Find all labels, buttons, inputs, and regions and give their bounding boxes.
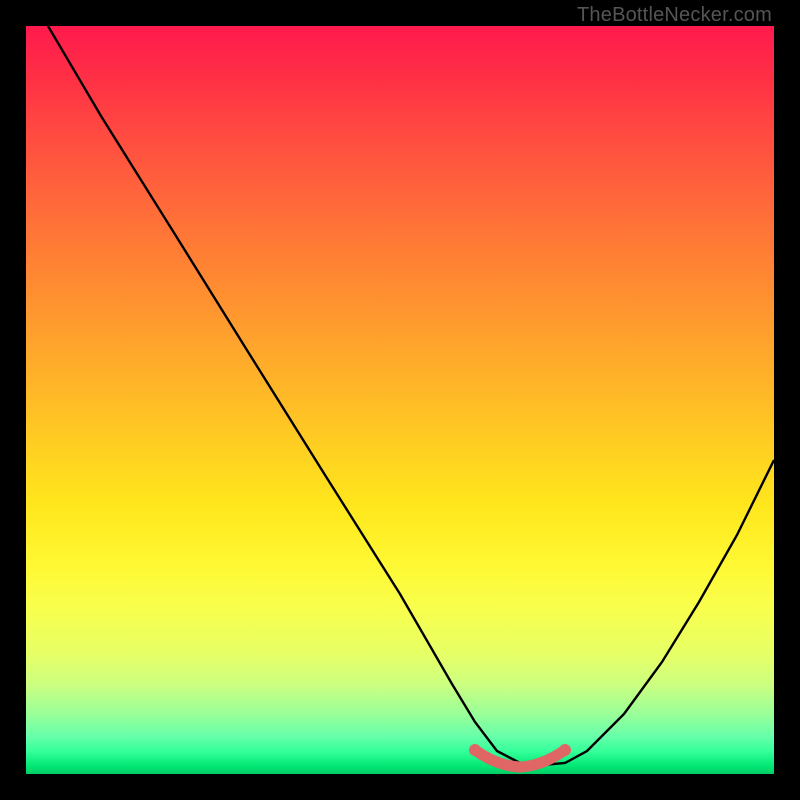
highlight-dot-right (559, 744, 571, 756)
chart-container: TheBottleNecker.com (0, 0, 800, 800)
curve-svg (26, 26, 774, 774)
highlight-dot-left (469, 744, 481, 756)
plot-area (26, 26, 774, 774)
bottleneck-curve-path (48, 26, 774, 765)
attribution-label: TheBottleNecker.com (577, 4, 772, 27)
